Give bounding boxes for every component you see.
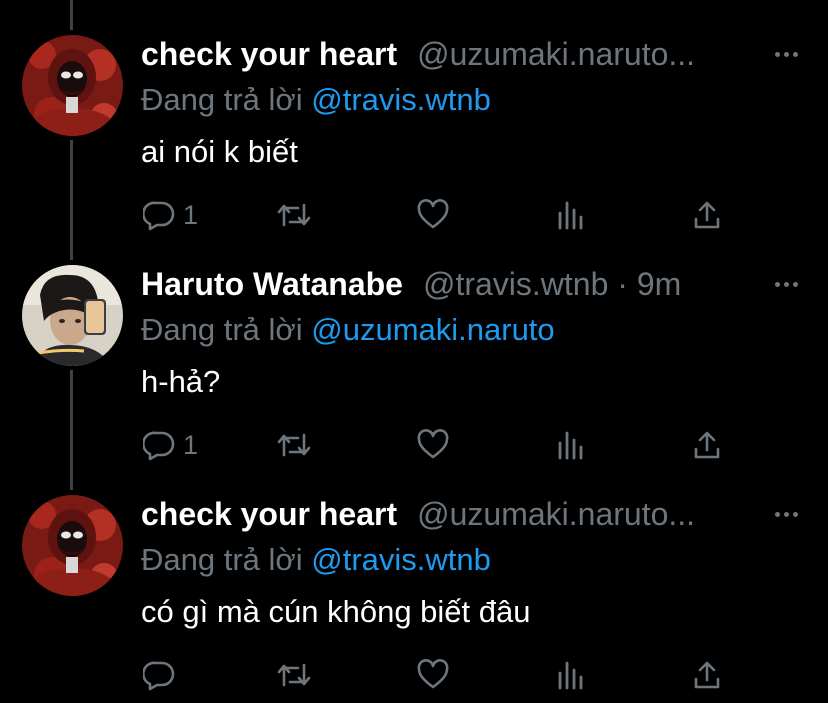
avatar[interactable] xyxy=(22,495,123,596)
like-button[interactable] xyxy=(416,197,450,233)
handle[interactable]: @travis.wtnb · 9m xyxy=(423,266,681,303)
analytics-icon xyxy=(558,201,583,230)
more-icon[interactable] xyxy=(775,512,798,517)
handle[interactable]: @uzumaki.naruto... xyxy=(417,496,695,533)
tweet-text: h-hả? xyxy=(141,364,221,399)
heart-icon xyxy=(417,659,449,689)
share-button[interactable] xyxy=(692,197,722,233)
retweet-icon xyxy=(277,433,311,457)
avatar[interactable] xyxy=(22,265,123,366)
reply-button[interactable] xyxy=(143,657,183,693)
reply-icon xyxy=(143,431,175,461)
replying-to: Đang trả lời @travis.wtnb xyxy=(141,542,491,578)
reply-button[interactable]: 1 xyxy=(143,427,198,463)
tweet-header: check your heart @uzumaki.naruto... xyxy=(141,36,695,76)
more-icon[interactable] xyxy=(775,52,798,57)
more-icon[interactable] xyxy=(775,282,798,287)
tweet-text: ai nói k biết xyxy=(141,134,298,169)
replying-to-link[interactable]: @uzumaki.naruto xyxy=(311,312,554,347)
replying-to-label: Đang trả lời xyxy=(141,542,303,577)
analytics-icon xyxy=(558,661,583,690)
tweet[interactable]: Haruto Watanabe @travis.wtnb · 9m Đang t… xyxy=(0,230,828,463)
share-button[interactable] xyxy=(692,657,722,693)
reply-button[interactable]: 1 xyxy=(143,197,198,233)
like-button[interactable] xyxy=(416,427,450,463)
action-bar xyxy=(0,657,828,697)
retweet-button[interactable] xyxy=(276,427,312,463)
analytics-button[interactable] xyxy=(556,657,586,693)
share-button[interactable] xyxy=(692,427,722,463)
heart-icon xyxy=(417,429,449,459)
retweet-icon xyxy=(277,203,311,227)
analytics-button[interactable] xyxy=(556,427,586,463)
display-name[interactable]: Haruto Watanabe xyxy=(141,266,403,303)
like-button[interactable] xyxy=(416,657,450,693)
retweet-button[interactable] xyxy=(276,197,312,233)
handle[interactable]: @uzumaki.naruto... xyxy=(417,36,695,73)
share-icon xyxy=(694,201,720,229)
display-name[interactable]: check your heart xyxy=(141,496,397,533)
share-icon xyxy=(694,431,720,459)
tweet[interactable]: check your heart @uzumaki.naruto... Đang… xyxy=(0,460,828,691)
heart-icon xyxy=(417,199,449,229)
replying-to-label: Đang trả lời xyxy=(141,82,303,117)
replying-to-link[interactable]: @travis.wtnb xyxy=(311,82,491,117)
reply-count: 1 xyxy=(183,199,199,230)
replying-to: Đang trả lời @uzumaki.naruto xyxy=(141,312,555,348)
reply-icon xyxy=(143,201,175,231)
analytics-icon xyxy=(558,431,583,460)
retweet-icon xyxy=(277,663,311,687)
retweet-button[interactable] xyxy=(276,657,312,693)
tweet-header: check your heart @uzumaki.naruto... xyxy=(141,496,695,536)
replying-to-link[interactable]: @travis.wtnb xyxy=(311,542,491,577)
tweet-header: Haruto Watanabe @travis.wtnb · 9m xyxy=(141,266,681,306)
reply-count: 1 xyxy=(183,429,199,460)
analytics-button[interactable] xyxy=(556,197,586,233)
replying-to-label: Đang trả lời xyxy=(141,312,303,347)
reply-icon xyxy=(143,661,175,691)
share-icon xyxy=(694,661,720,689)
avatar[interactable] xyxy=(22,35,123,136)
replying-to: Đang trả lời @travis.wtnb xyxy=(141,82,491,118)
tweet[interactable]: check your heart @uzumaki.naruto... Đang… xyxy=(0,0,828,233)
display-name[interactable]: check your heart xyxy=(141,36,397,73)
tweet-text: có gì mà cún không biết đâu xyxy=(141,594,531,629)
